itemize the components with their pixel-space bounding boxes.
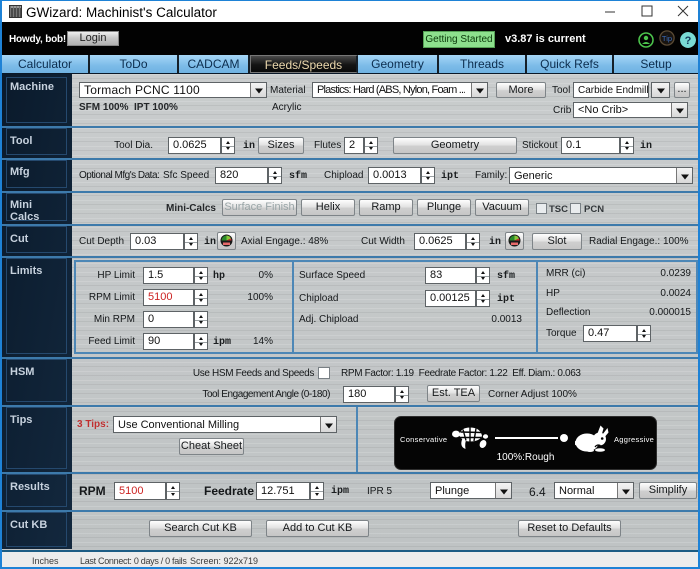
svg-text:?: ?: [685, 35, 692, 47]
svg-text:Tip: Tip: [662, 34, 672, 43]
